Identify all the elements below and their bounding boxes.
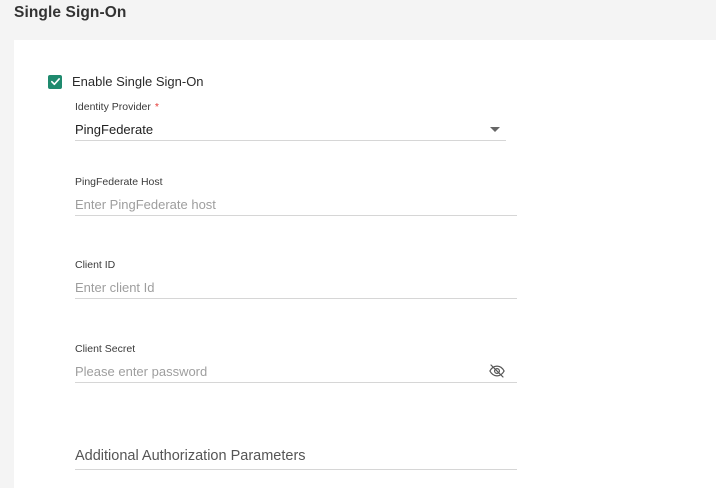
pingfederate-host-input[interactable] <box>75 193 517 215</box>
client-id-wrap <box>75 276 517 298</box>
enable-sso-checkbox[interactable] <box>48 74 62 89</box>
page-title: Single Sign-On <box>14 4 127 21</box>
identity-provider-label: Identity Provider * <box>75 101 506 115</box>
additional-auth-params-label: Additional Authorization Parameters <box>75 448 306 464</box>
pingfederate-host-wrap <box>75 193 517 215</box>
chevron-down-icon <box>490 126 500 132</box>
client-secret-input[interactable] <box>75 360 517 382</box>
identity-provider-select[interactable]: PingFederate <box>75 118 506 140</box>
sso-settings-card: Enable Single Sign-On Identity Provider *… <box>14 40 716 488</box>
required-asterisk: * <box>154 101 159 113</box>
check-icon <box>50 78 60 86</box>
client-id-input[interactable] <box>75 276 517 298</box>
pingfederate-host-underline <box>75 215 517 216</box>
eye-off-icon[interactable] <box>487 362 507 380</box>
pingfederate-host-label: PingFederate Host <box>75 176 163 188</box>
client-id-field: Client ID <box>75 259 517 299</box>
identity-provider-underline <box>75 140 506 141</box>
pingfederate-host-field: PingFederate Host <box>75 176 517 216</box>
client-id-underline <box>75 298 517 299</box>
client-secret-field: Client Secret <box>75 343 517 383</box>
identity-provider-value: PingFederate <box>75 121 154 137</box>
client-secret-wrap <box>75 360 517 382</box>
client-secret-label: Client Secret <box>75 343 136 355</box>
client-secret-underline <box>75 382 517 383</box>
client-id-label: Client ID <box>75 259 116 271</box>
enable-sso-checkbox-row[interactable]: Enable Single Sign-On <box>48 74 204 89</box>
additional-auth-params-underline <box>75 469 517 470</box>
identity-provider-field: Identity Provider * PingFederate <box>75 101 506 141</box>
identity-provider-label-text: Identity Provider <box>75 101 151 113</box>
additional-auth-params-field[interactable]: Additional Authorization Parameters <box>75 445 517 470</box>
enable-sso-label: Enable Single Sign-On <box>72 74 204 89</box>
